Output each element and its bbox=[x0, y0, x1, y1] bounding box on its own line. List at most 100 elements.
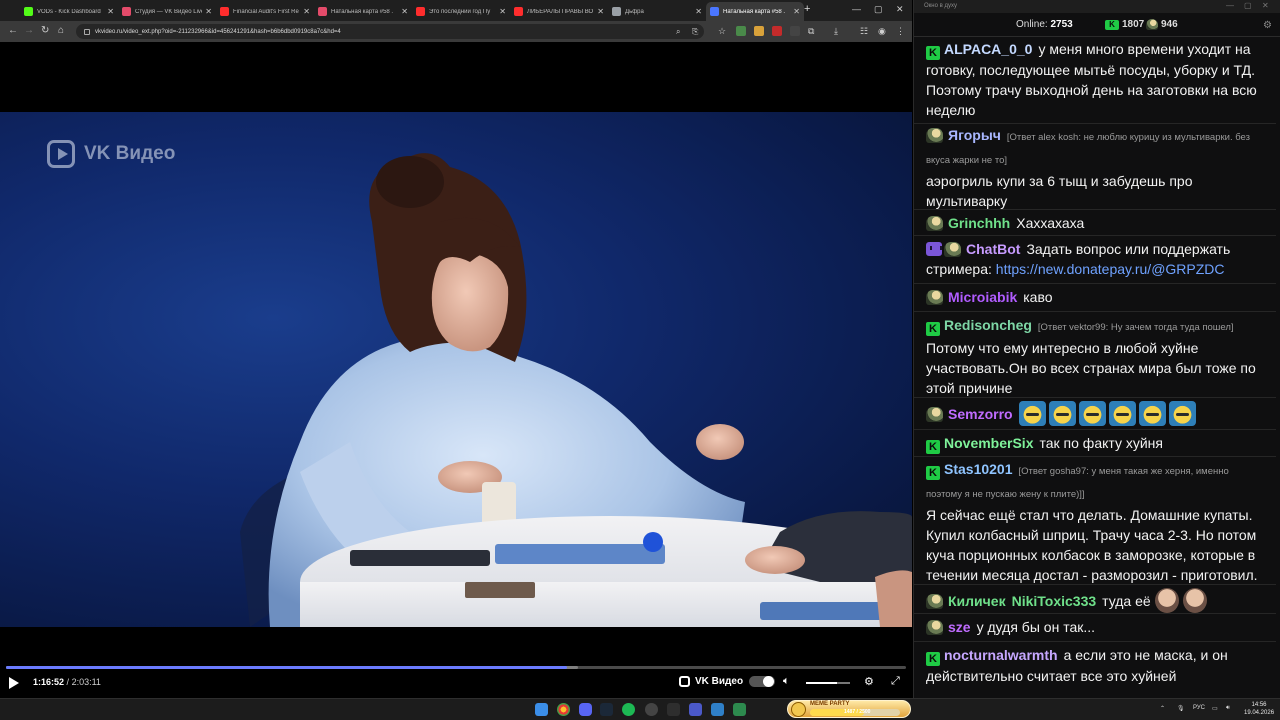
new-tab-button[interactable]: + bbox=[804, 3, 810, 15]
meme-face-icon bbox=[791, 702, 806, 717]
site-info-icon[interactable] bbox=[84, 28, 90, 35]
chat-text: каво bbox=[1023, 289, 1053, 305]
address-bar[interactable]: vkvideo.ru/video_ext.php?oid=-211232966&… bbox=[76, 24, 704, 39]
extension-icon[interactable] bbox=[736, 26, 746, 36]
user-avatar bbox=[926, 290, 943, 305]
maximize-icon[interactable]: ▢ bbox=[874, 4, 883, 15]
start-windows-icon[interactable] bbox=[535, 703, 548, 716]
fullscreen-icon[interactable]: ⤢ bbox=[891, 675, 900, 688]
back-icon[interactable]: ← bbox=[8, 25, 18, 37]
microphone-icon[interactable]: 🎙︎ bbox=[1177, 705, 1185, 712]
chat-username[interactable]: Киличек bbox=[948, 593, 1006, 609]
meme-party-widget[interactable]: MEME PARTY 1487 / 2500 bbox=[787, 700, 911, 718]
close-tab-icon[interactable]: ✕ bbox=[205, 7, 212, 16]
close-tab-icon[interactable]: ✕ bbox=[793, 7, 800, 16]
chat-username[interactable]: Microiabik bbox=[948, 289, 1017, 305]
tab[interactable]: ЛИБЕРАЛЫ ПРАВЫ ВО ✕ bbox=[510, 2, 608, 21]
chat-username[interactable]: NovemberSix bbox=[944, 435, 1033, 451]
chat-username[interactable]: Semzorro bbox=[948, 406, 1013, 422]
emote-icon bbox=[1048, 401, 1076, 426]
steam-icon[interactable] bbox=[600, 703, 613, 716]
autoplay-toggle[interactable] bbox=[749, 676, 775, 687]
app-icon[interactable] bbox=[733, 703, 746, 716]
chat-username[interactable]: Redisoncheg bbox=[944, 317, 1032, 333]
chrome-icon[interactable] bbox=[557, 703, 570, 716]
tray-chevron-icon[interactable]: ⌃ bbox=[1160, 705, 1165, 712]
other-viewer-count: 946 bbox=[1146, 19, 1178, 30]
menu-icon[interactable]: ⋮ bbox=[896, 25, 905, 37]
tab-active[interactable]: Натальная карта #58 . ✕ bbox=[706, 2, 804, 21]
sidebar-icon[interactable]: ☷ bbox=[860, 25, 868, 37]
app-icon[interactable] bbox=[689, 703, 702, 716]
system-clock[interactable]: 14:56 19.04.2026 bbox=[1244, 701, 1274, 717]
tab[interactable]: VODs - Kick Dashboard ✕ bbox=[20, 2, 118, 21]
close-tab-icon[interactable]: ✕ bbox=[499, 7, 506, 16]
speaker-icon[interactable]: 🔊︎ bbox=[1226, 705, 1230, 712]
profile-icon[interactable]: ◉ bbox=[878, 25, 886, 37]
minimize-icon[interactable]: — bbox=[852, 4, 861, 14]
telegram-icon[interactable] bbox=[711, 703, 724, 716]
close-tab-icon[interactable]: ✕ bbox=[695, 7, 702, 16]
close-window-icon[interactable]: ✕ bbox=[1262, 1, 1269, 10]
donate-link[interactable]: https://new.donatepay.ru/@GRPZDC bbox=[996, 261, 1225, 277]
close-tab-icon[interactable]: ✕ bbox=[401, 7, 408, 16]
vk-video-brand-link[interactable]: VK Видео bbox=[679, 676, 743, 687]
chat-username[interactable]: Grinchhh bbox=[948, 215, 1010, 231]
chat-username[interactable]: nocturnalwarmth bbox=[944, 647, 1058, 663]
chat-message: K Redisoncheg [Ответ vektor99: Ну зачем то… bbox=[914, 311, 1276, 398]
vk-video-watermark: VK Видео bbox=[47, 140, 175, 168]
bookmark-star-icon[interactable]: ☆ bbox=[718, 25, 726, 37]
tab[interactable]: Натальная карта #58 . ✕ bbox=[314, 2, 412, 21]
chat-username[interactable]: Ягорыч bbox=[948, 127, 1001, 143]
current-time: 1:16:52 bbox=[33, 677, 65, 687]
network-icon[interactable]: ▭ bbox=[1212, 705, 1218, 712]
chat-username[interactable]: Stas10201 bbox=[944, 461, 1013, 477]
video-frame: VK Видео bbox=[0, 112, 912, 627]
extension-icon[interactable] bbox=[754, 26, 764, 36]
close-window-icon[interactable]: ✕ bbox=[896, 4, 904, 15]
minimize-icon[interactable]: — bbox=[1226, 1, 1234, 10]
reload-icon[interactable]: ↻ bbox=[41, 25, 49, 37]
video-player[interactable]: VK Видео 1:16:52 / 2:03:11 VK Видео 🔈︎ ⚙ bbox=[0, 42, 912, 698]
online-counter: Online: 2753 bbox=[1016, 19, 1073, 30]
seek-bar[interactable] bbox=[6, 666, 906, 669]
download-icon[interactable]: ⤓ bbox=[834, 25, 838, 37]
tab[interactable]: Это последний год Пу ✕ bbox=[412, 2, 510, 21]
discord-icon[interactable] bbox=[579, 703, 592, 716]
tab[interactable]: Дьфра ✕ bbox=[608, 2, 706, 21]
share-icon[interactable]: ⎘ bbox=[692, 26, 698, 38]
settings-gear-icon[interactable]: ⚙ bbox=[864, 675, 874, 688]
chat-username[interactable]: ALPACA_0_0 bbox=[944, 41, 1032, 57]
chat-settings-icon[interactable]: ⚙ bbox=[1263, 20, 1272, 31]
obs-icon[interactable] bbox=[645, 703, 658, 716]
volume-slider[interactable] bbox=[806, 682, 850, 684]
extension-icon[interactable] bbox=[790, 26, 800, 36]
play-button[interactable] bbox=[9, 677, 19, 689]
tab[interactable]: Financial Audit's First Re ✕ bbox=[216, 2, 314, 21]
chat-username[interactable]: ChatBot bbox=[966, 241, 1020, 257]
close-tab-icon[interactable]: ✕ bbox=[597, 7, 604, 16]
maximize-icon[interactable]: ▢ bbox=[1244, 1, 1252, 10]
chat-text: Потому что ему интересно в любой хуйне у… bbox=[926, 340, 1256, 396]
spotify-icon[interactable] bbox=[622, 703, 635, 716]
vk-favicon-icon bbox=[122, 7, 131, 16]
close-tab-icon[interactable]: ✕ bbox=[107, 7, 114, 16]
app-icon[interactable] bbox=[667, 703, 680, 716]
emote-icon bbox=[1078, 401, 1106, 426]
kick-icon: K bbox=[926, 652, 940, 666]
home-icon[interactable]: ⌂ bbox=[58, 25, 64, 37]
volume-icon[interactable]: 🔈︎ bbox=[783, 675, 790, 688]
emote-icon bbox=[1108, 401, 1136, 426]
extensions-puzzle-icon[interactable]: ⧉ bbox=[808, 25, 814, 37]
forward-icon[interactable]: → bbox=[24, 25, 34, 37]
chat-message: Microiabik каво bbox=[914, 283, 1276, 307]
search-icon[interactable]: ⌕ bbox=[676, 26, 680, 38]
close-tab-icon[interactable]: ✕ bbox=[303, 7, 310, 16]
language-indicator[interactable]: РУС bbox=[1193, 705, 1205, 711]
tab[interactable]: Студия — VK Видео Live ✕ bbox=[118, 2, 216, 21]
chat-username[interactable]: sze bbox=[948, 619, 971, 635]
extension-icon[interactable] bbox=[772, 26, 782, 36]
chat-header: Online: 2753 K 1807 946 ⚙ bbox=[914, 13, 1280, 37]
chat-username[interactable]: NikiToxic333 bbox=[1012, 593, 1097, 609]
chat-text: у дудя бы он так... bbox=[976, 619, 1096, 635]
